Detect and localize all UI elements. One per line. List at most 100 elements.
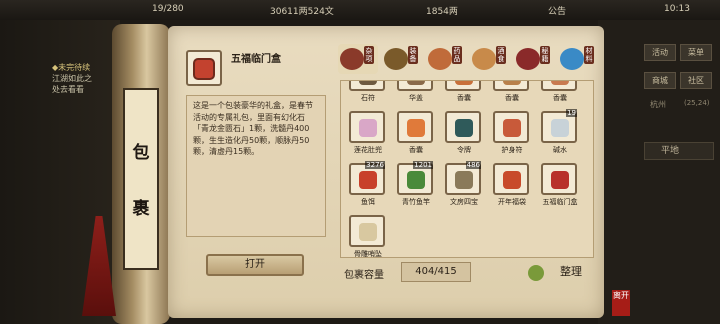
- sort-bag-icon: [528, 265, 544, 281]
- sachet-icon: [455, 81, 473, 85]
- misc-icon: [340, 48, 364, 70]
- item-name: 文房四宝: [450, 198, 478, 206]
- item-slot[interactable]: 香囊: [397, 111, 437, 154]
- fishing-rod-icon: [407, 171, 425, 189]
- item-slot-selected[interactable]: 五福临门盒: [541, 163, 581, 206]
- shop-button[interactable]: 商城: [644, 72, 676, 89]
- location-coords: (25,24): [684, 99, 710, 107]
- capacity-value: 404/415: [401, 262, 471, 282]
- bellyband-icon: [359, 119, 377, 137]
- equipment-icon: [384, 48, 408, 70]
- right-panel: 活动 菜单 商城 社区 杭州 (25,24) 平地: [598, 20, 720, 324]
- tab-misc[interactable]: 杂项: [338, 44, 378, 74]
- item-slot[interactable]: 莲花肚兜: [349, 111, 389, 154]
- item-count: 19: [566, 109, 577, 117]
- selected-item-name: 五福临门盒: [231, 54, 281, 65]
- item-name: 华盖: [409, 94, 423, 102]
- tab-label: 秘籍: [540, 46, 550, 64]
- bait-icon: [359, 171, 377, 189]
- location-name: 杭州: [650, 100, 666, 109]
- talisman-icon: [359, 81, 377, 85]
- quest-tracker[interactable]: ◆未完待续 江湖如此之 处去看看: [52, 62, 92, 95]
- item-slot[interactable]: 1201 青竹鱼竿: [397, 161, 437, 206]
- sort-label: 整理: [560, 265, 582, 278]
- item-slot[interactable]: 石符: [349, 81, 389, 102]
- item-slot[interactable]: 华盖: [397, 81, 437, 102]
- item-slot[interactable]: 令牌: [445, 111, 485, 154]
- manual-book-icon: [516, 48, 540, 70]
- tab-food[interactable]: 酒食: [470, 44, 510, 74]
- tab-manuals[interactable]: 秘籍: [514, 44, 554, 74]
- gem-icon: [560, 48, 584, 70]
- item-slot[interactable]: 香囊: [493, 81, 533, 102]
- sachet-icon: [407, 119, 425, 137]
- gold-value: 1854两: [426, 7, 458, 17]
- selected-item-icon: [186, 50, 222, 86]
- community-button[interactable]: 社区: [680, 72, 712, 89]
- item-name: 莲花肚兜: [354, 146, 382, 154]
- item-slot[interactable]: 19 碱水: [541, 109, 581, 154]
- item-name: 香囊: [409, 146, 423, 154]
- item-count: 486: [465, 161, 481, 169]
- scholar-set-icon: [455, 171, 473, 189]
- item-slot[interactable]: 骨雕哨坠: [349, 215, 389, 257]
- tab-label: 药品: [452, 46, 462, 64]
- item-count: 3276: [365, 161, 385, 169]
- item-name: 鱼饵: [361, 198, 375, 206]
- sachet-icon: [551, 81, 569, 85]
- scroll-rod: 包 裹: [112, 24, 170, 324]
- top-status-bar: 19/280 30611两524文 1854两 公告 10:13: [0, 0, 720, 20]
- item-name: 开年福袋: [498, 198, 526, 206]
- sort-button[interactable]: 整理: [526, 262, 582, 284]
- food-icon: [472, 48, 496, 70]
- tab-label: 装备: [408, 46, 418, 64]
- tab-equipment[interactable]: 装备: [382, 44, 422, 74]
- item-name: 石符: [361, 94, 375, 102]
- tab-materials[interactable]: 材料: [558, 44, 598, 74]
- lucky-bag-icon: [503, 171, 521, 189]
- amulet-icon: [503, 119, 521, 137]
- item-slot[interactable]: 3276 鱼饵: [349, 161, 389, 206]
- tab-label: 酒食: [496, 46, 506, 64]
- item-count: 1201: [413, 161, 433, 169]
- quest-line: 处去看看: [52, 85, 84, 94]
- item-description: 这是一个包装豪华的礼盒，是春节活动的专属礼包，里面有幻化石「青龙金匮石」1颗，洗…: [186, 95, 326, 237]
- quest-line: 江湖如此之: [52, 74, 92, 83]
- open-button[interactable]: 打开: [206, 254, 304, 276]
- activity-button[interactable]: 活动: [644, 44, 676, 61]
- menu-button[interactable]: 菜单: [680, 44, 712, 61]
- close-seal-button[interactable]: 离开: [612, 290, 630, 316]
- capacity-label: 包裹容量: [344, 270, 384, 281]
- item-slot[interactable]: 486 文房四宝: [445, 161, 485, 206]
- item-name: 香囊: [457, 94, 471, 102]
- item-slot[interactable]: 开年福袋: [493, 163, 533, 206]
- category-tabs: 杂项 装备 药品 酒食 秘籍 材料: [338, 44, 606, 76]
- item-name: 碱水: [553, 146, 567, 154]
- item-name: 香囊: [505, 94, 519, 102]
- bag-title-char: 包: [132, 143, 150, 163]
- canopy-icon: [407, 81, 425, 85]
- item-slot[interactable]: 护身符: [493, 111, 533, 154]
- clock: 10:13: [664, 4, 690, 14]
- gift-box-icon: [193, 58, 215, 80]
- notice-button[interactable]: 公告: [548, 4, 566, 17]
- money-value: 30611两524文: [270, 7, 334, 17]
- token-icon: [455, 119, 473, 137]
- bag-title-plate: 包 裹: [123, 88, 159, 270]
- energy-value: 19/280: [152, 4, 184, 14]
- item-name: 令牌: [457, 146, 471, 154]
- terrain-label: 平地: [644, 142, 714, 160]
- item-name: 五福临门盒: [542, 198, 578, 206]
- item-name: 骨雕哨坠: [354, 250, 382, 258]
- tab-label: 杂项: [364, 46, 374, 64]
- quest-header: ◆未完待续: [52, 63, 91, 72]
- bag-title-char: 裹: [132, 199, 150, 219]
- item-slot[interactable]: 香囊: [541, 81, 581, 102]
- item-name: 香囊: [553, 94, 567, 102]
- alkaline-water-icon: [551, 119, 569, 137]
- tab-medicine[interactable]: 药品: [426, 44, 466, 74]
- whistle-pendant-icon: [359, 223, 377, 241]
- item-slot[interactable]: 香囊: [445, 81, 485, 102]
- item-grid: 石符 华盖 香囊 香囊 香囊 莲花肚兜 香囊 令牌 护身符 19 碱水 3276 鱼…: [340, 80, 594, 258]
- item-name: 护身符: [501, 146, 523, 154]
